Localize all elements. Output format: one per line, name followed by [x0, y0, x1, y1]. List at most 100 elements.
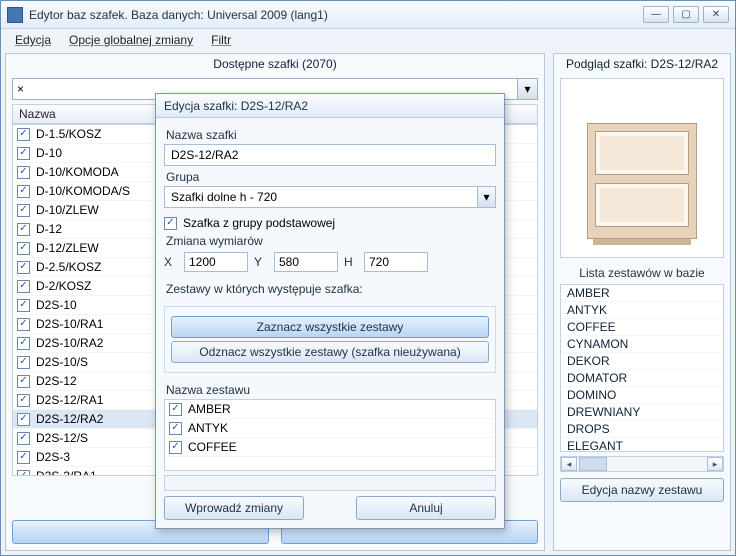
- checkbox-icon[interactable]: ✓: [169, 403, 182, 416]
- list-item[interactable]: AMBER: [561, 285, 723, 302]
- edit-cabinet-dialog: Edycja szafki: D2S-12/RA2 Nazwa szafki G…: [155, 93, 505, 529]
- x-label: X: [164, 255, 178, 269]
- cabinet-name-input[interactable]: [164, 144, 496, 166]
- item-label: D2S-12: [36, 374, 77, 388]
- x-input[interactable]: [184, 252, 248, 272]
- y-label: Y: [254, 255, 268, 269]
- scroll-right-icon[interactable]: ▸: [707, 457, 723, 471]
- cabinet-illustration: [587, 123, 697, 239]
- scroll-thumb[interactable]: [579, 457, 607, 471]
- group-label: Grupa: [166, 170, 494, 184]
- checkbox-icon[interactable]: ✓: [17, 356, 30, 369]
- item-label: AMBER: [188, 402, 231, 416]
- dialog-title: Edycja szafki: D2S-12/RA2: [156, 94, 504, 118]
- basic-group-checkbox[interactable]: ✓: [164, 217, 177, 230]
- checkbox-icon[interactable]: ✓: [17, 147, 30, 160]
- list-item[interactable]: COFFEE: [561, 319, 723, 336]
- checkbox-icon[interactable]: ✓: [17, 242, 30, 255]
- apply-button[interactable]: Wprowadź zmiany: [164, 496, 304, 520]
- checkbox-icon[interactable]: ✓: [17, 280, 30, 293]
- group-combo[interactable]: Szafki dolne h - 720 ▾: [164, 186, 496, 208]
- checkbox-icon[interactable]: ✓: [17, 318, 30, 331]
- checkbox-icon[interactable]: ✓: [17, 166, 30, 179]
- item-label: D-12/ZLEW: [36, 241, 99, 255]
- list-item[interactable]: DOMINO: [561, 387, 723, 404]
- minimize-button[interactable]: —: [643, 6, 669, 23]
- item-label: D2S-10/S: [36, 355, 88, 369]
- item-label: COFFEE: [188, 440, 237, 454]
- item-label: D-2/KOSZ: [36, 279, 91, 293]
- menu-filtr[interactable]: Filtr: [203, 31, 239, 49]
- checkbox-icon[interactable]: ✓: [17, 204, 30, 217]
- close-button[interactable]: ✕: [703, 6, 729, 23]
- y-input[interactable]: [274, 252, 338, 272]
- list-item[interactable]: ✓ COFFEE: [165, 438, 495, 457]
- checkbox-icon[interactable]: ✓: [169, 422, 182, 435]
- list-item[interactable]: DEKOR: [561, 353, 723, 370]
- chevron-down-icon[interactable]: ▾: [477, 187, 495, 207]
- checkbox-icon[interactable]: ✓: [17, 223, 30, 236]
- checkbox-icon[interactable]: ✓: [17, 394, 30, 407]
- list-item[interactable]: DREWNIANY: [561, 404, 723, 421]
- item-label: D2S-3: [36, 450, 70, 464]
- menu-edycja[interactable]: Edycja: [7, 31, 59, 49]
- list-item[interactable]: DROPS: [561, 421, 723, 438]
- item-label: D2S-12/RA1: [36, 393, 103, 407]
- filter-combo-value: ×: [17, 82, 24, 96]
- item-label: D2S-10/RA2: [36, 336, 103, 350]
- item-label: D2S-10/RA1: [36, 317, 103, 331]
- item-label: D-1.5/KOSZ: [36, 127, 101, 141]
- checkbox-icon[interactable]: ✓: [17, 299, 30, 312]
- select-all-sets-button[interactable]: Zaznacz wszystkie zestawy: [171, 316, 489, 338]
- checkbox-icon[interactable]: ✓: [169, 441, 182, 454]
- maximize-button[interactable]: ▢: [673, 6, 699, 23]
- item-label: D2S-12/S: [36, 431, 88, 445]
- checkbox-icon[interactable]: ✓: [17, 375, 30, 388]
- h-input[interactable]: [364, 252, 428, 272]
- basic-group-label: Szafka z grupy podstawowej: [183, 216, 335, 230]
- chevron-down-icon[interactable]: ▾: [517, 79, 537, 99]
- sets-membership-label: Zestawy w których występuje szafka:: [166, 282, 494, 296]
- list-item[interactable]: ELEGANT: [561, 438, 723, 452]
- sets-list[interactable]: AMBERANTYKCOFFEECYNAMONDEKORDOMATORDOMIN…: [560, 284, 724, 452]
- item-label: D-10/ZLEW: [36, 203, 99, 217]
- dialog-hscroll[interactable]: [164, 475, 496, 491]
- group-combo-value: Szafki dolne h - 720: [171, 190, 277, 204]
- list-item[interactable]: ✓ AMBER: [165, 400, 495, 419]
- h-label: H: [344, 255, 358, 269]
- deselect-all-sets-button[interactable]: Odznacz wszystkie zestawy (szafka nieuży…: [171, 341, 489, 363]
- list-item[interactable]: ANTYK: [561, 302, 723, 319]
- app-window: Edytor baz szafek. Baza danych: Universa…: [0, 0, 736, 556]
- list-item[interactable]: DOMATOR: [561, 370, 723, 387]
- item-label: D-10/KOMODA/S: [36, 184, 130, 198]
- edit-set-name-button[interactable]: Edycja nazwy zestawu: [560, 478, 724, 502]
- scroll-left-icon[interactable]: ◂: [561, 457, 577, 471]
- checkbox-icon[interactable]: ✓: [17, 185, 30, 198]
- preview-panel: Podgląd szafki: D2S-12/RA2 Lista zestawó…: [553, 53, 731, 551]
- list-item[interactable]: ✓ ANTYK: [165, 419, 495, 438]
- item-label: D-10: [36, 146, 62, 160]
- titlebar: Edytor baz szafek. Baza danych: Universa…: [1, 1, 735, 29]
- item-label: D2S-3/RA1: [36, 469, 97, 476]
- item-label: ANTYK: [188, 421, 228, 435]
- item-label: D-2.5/KOSZ: [36, 260, 101, 274]
- checkbox-icon[interactable]: ✓: [17, 432, 30, 445]
- checkbox-icon[interactable]: ✓: [17, 470, 30, 477]
- sets-hscroll[interactable]: ◂ ▸: [560, 456, 724, 472]
- checkbox-icon[interactable]: ✓: [17, 128, 30, 141]
- checkbox-icon[interactable]: ✓: [17, 337, 30, 350]
- checkbox-icon[interactable]: ✓: [17, 413, 30, 426]
- item-label: D-10/KOMODA: [36, 165, 119, 179]
- dialog-sets-list[interactable]: ✓ AMBER ✓ ANTYK ✓ COFFEE: [164, 399, 496, 471]
- checkbox-icon[interactable]: ✓: [17, 261, 30, 274]
- preview-title: Podgląd szafki: D2S-12/RA2: [554, 54, 730, 74]
- checkbox-icon[interactable]: ✓: [17, 451, 30, 464]
- item-label: D2S-12/RA2: [36, 412, 103, 426]
- cancel-button[interactable]: Anuluj: [356, 496, 496, 520]
- list-item[interactable]: CYNAMON: [561, 336, 723, 353]
- dimensions-label: Zmiana wymiarów: [166, 234, 494, 248]
- set-name-header: Nazwa zestawu: [166, 383, 494, 397]
- app-icon: [7, 7, 23, 23]
- sets-title: Lista zestawów w bazie: [554, 262, 730, 284]
- menu-opcje-globalnej-zmiany[interactable]: Opcje globalnej zmiany: [61, 31, 201, 49]
